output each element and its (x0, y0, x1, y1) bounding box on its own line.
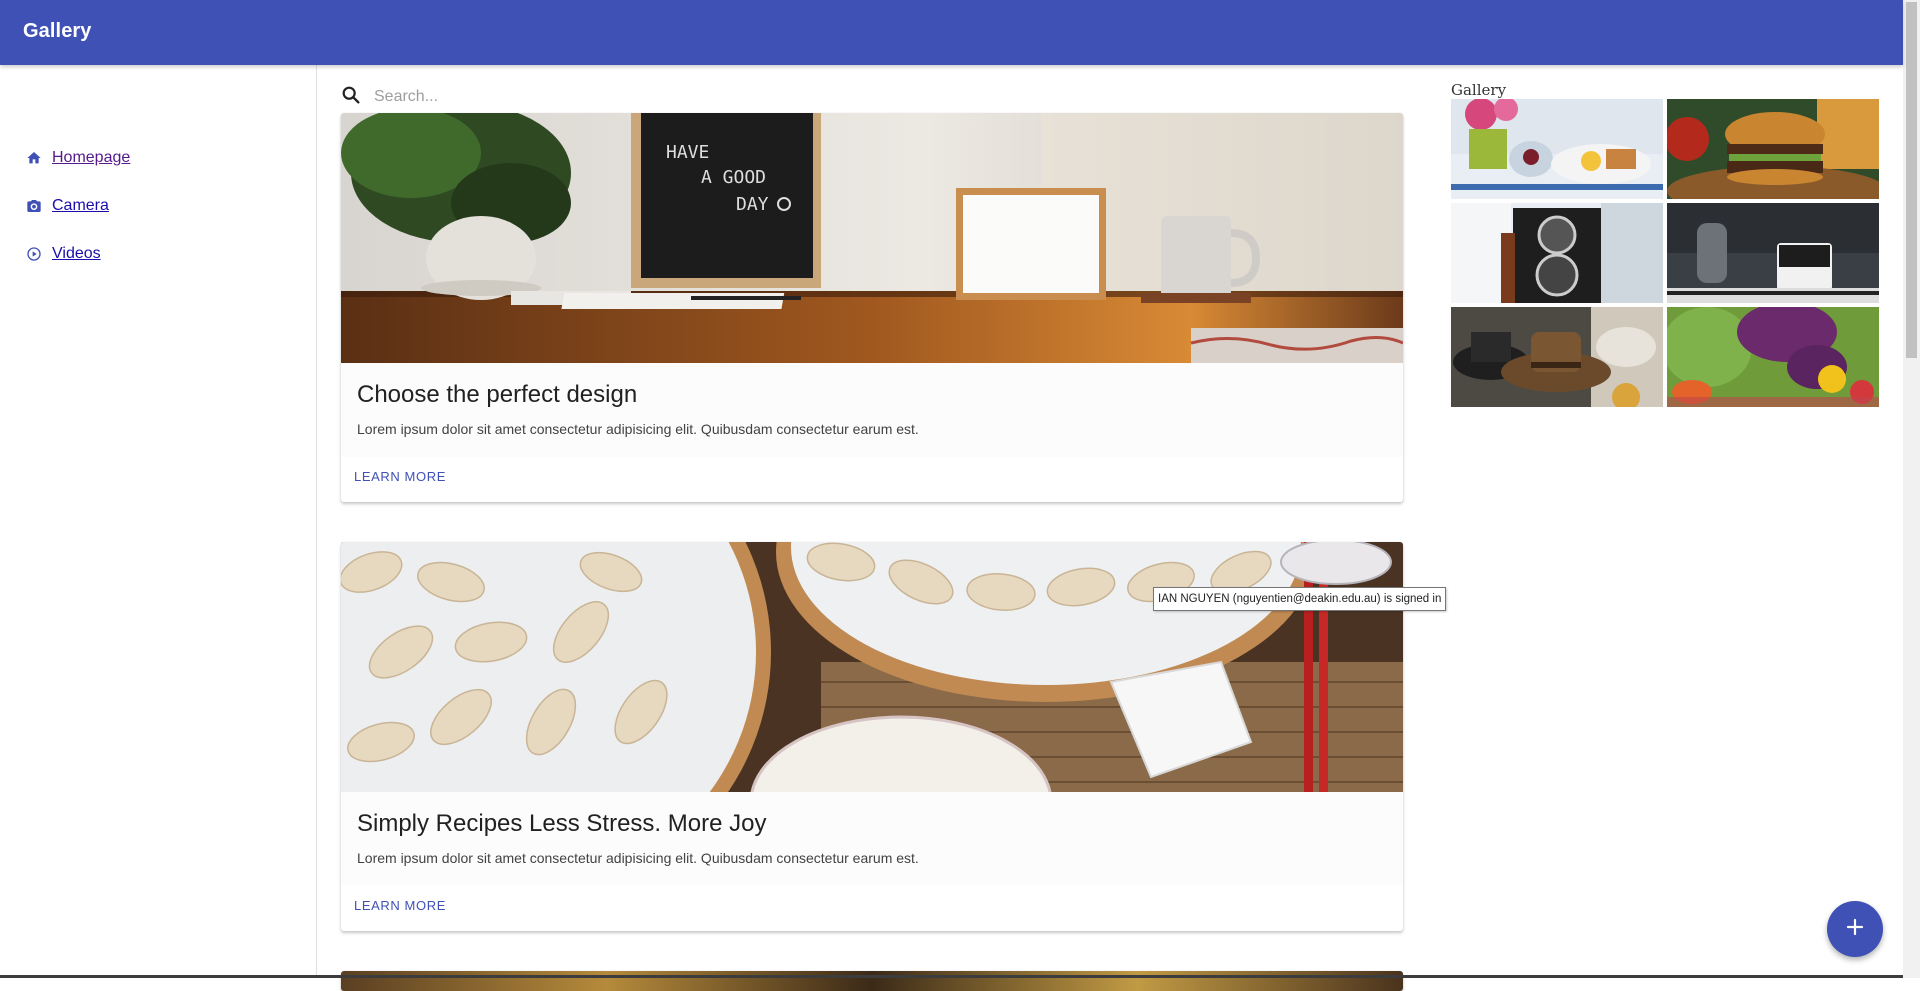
card-actions: LEARN MORE (341, 886, 1403, 931)
card-title: Simply Recipes Less Stress. More Joy (357, 810, 767, 837)
sidebar-item-videos[interactable]: Videos (26, 242, 101, 266)
sidebar-item-label: Camera (52, 197, 109, 214)
card-content: Simply Recipes Less Stress. More Joy Lor… (341, 792, 1403, 886)
add-button[interactable] (1827, 901, 1883, 957)
plus-icon (1843, 915, 1867, 944)
card-actions: LEARN MORE (341, 457, 1403, 502)
gallery-image-vegetables[interactable] (1667, 307, 1879, 407)
card-image[interactable] (341, 971, 1403, 991)
search-bar (340, 84, 1402, 110)
page-scrollbar[interactable] (1903, 0, 1920, 978)
app-bar: Gallery (0, 0, 1903, 65)
gallery-image-burger[interactable] (1667, 99, 1879, 199)
search-input[interactable] (372, 87, 1276, 107)
camera-icon (26, 198, 42, 214)
gallery-title: Gallery (1451, 81, 1507, 99)
scrollbar-thumb[interactable] (1906, 2, 1917, 358)
card-content: Choose the perfect design Lorem ipsum do… (341, 363, 1403, 457)
home-icon (26, 150, 42, 166)
learn-more-button[interactable]: LEARN MORE (354, 898, 446, 913)
learn-more-button[interactable]: LEARN MORE (354, 469, 446, 484)
sidebar-item-camera[interactable]: Camera (26, 194, 109, 218)
sidebar: Homepage Camera Videos (0, 65, 317, 978)
gallery-image-coffee[interactable] (1667, 203, 1879, 303)
gallery-image-camera[interactable] (1451, 203, 1663, 303)
card-description: Lorem ipsum dolor sit amet consectetur a… (357, 421, 919, 437)
sidebar-item-homepage[interactable]: Homepage (26, 146, 130, 170)
card-image[interactable] (341, 542, 1403, 792)
card-description: Lorem ipsum dolor sit amet consectetur a… (357, 850, 919, 866)
app-title: Gallery (23, 20, 92, 42)
svg-text:A GOOD: A GOOD (701, 167, 766, 188)
gallery-image-hats[interactable] (1451, 307, 1663, 407)
sidebar-item-label: Videos (52, 245, 101, 262)
signed-in-tooltip: IAN NGUYEN (nguyentien@deakin.edu.au) is… (1153, 587, 1447, 611)
search-icon (340, 84, 362, 111)
svg-text:HAVE: HAVE (666, 142, 709, 163)
svg-text:DAY: DAY (736, 194, 769, 215)
card-title: Choose the perfect design (357, 381, 638, 408)
play-circle-icon (26, 246, 42, 262)
card-partial (341, 971, 1403, 991)
sidebar-item-label: Homepage (52, 149, 131, 166)
gallery-image-breakfast[interactable] (1451, 99, 1663, 199)
card-perfect-design: HAVE A GOOD DAY Choose the perfect desig… (341, 113, 1403, 502)
card-image[interactable]: HAVE A GOOD DAY (341, 113, 1403, 363)
